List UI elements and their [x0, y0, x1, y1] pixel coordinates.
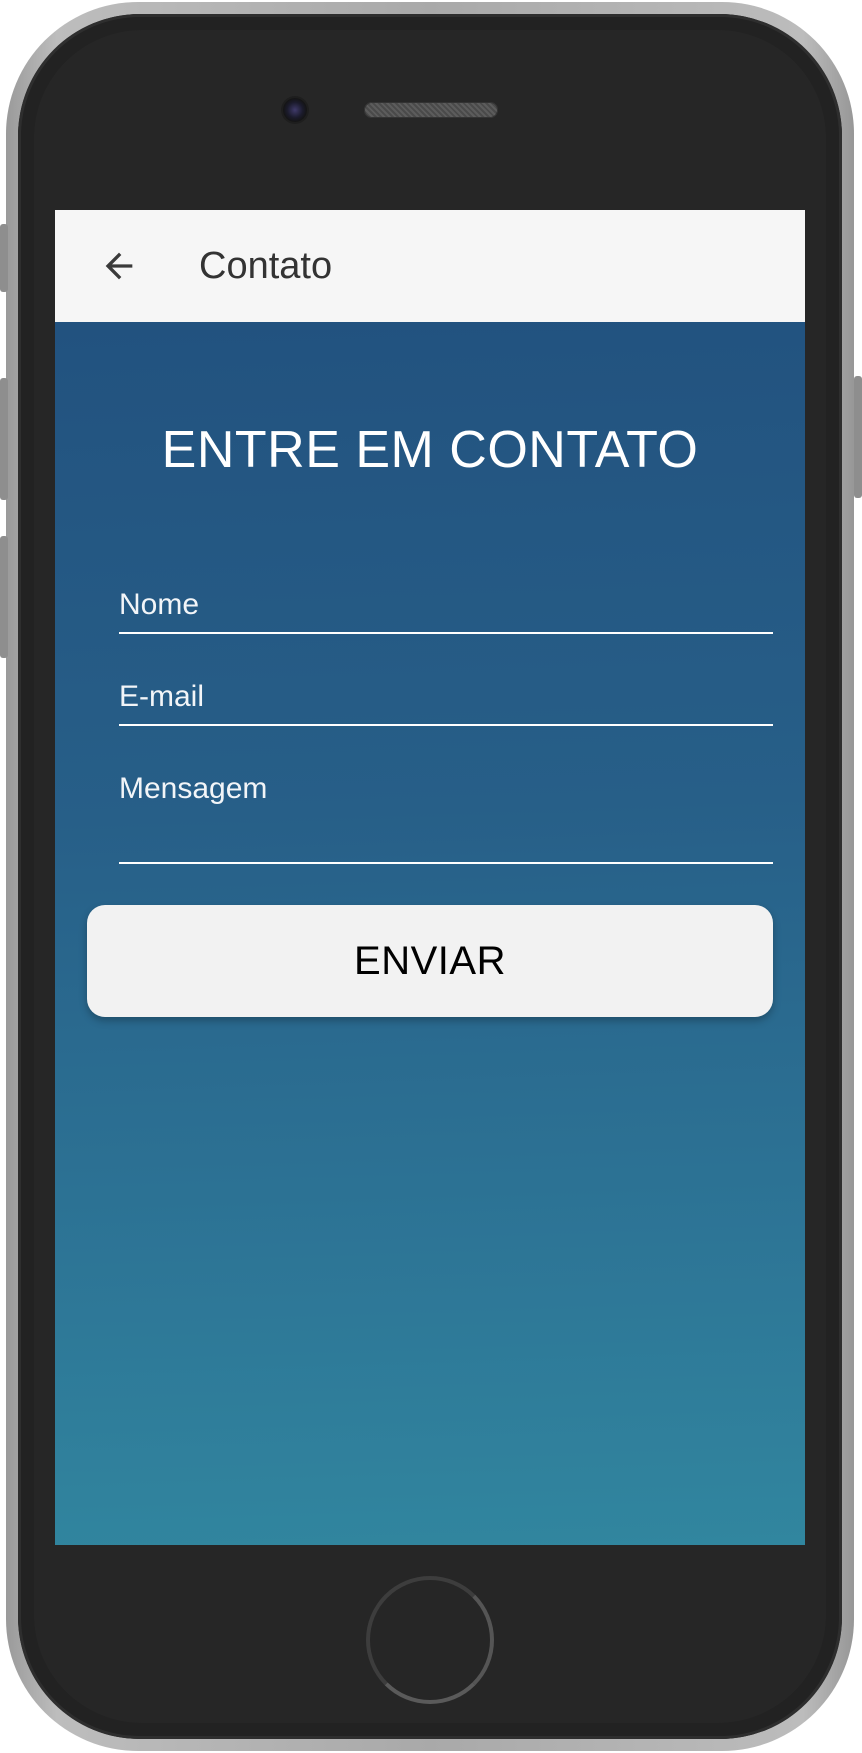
earpiece-speaker — [364, 102, 498, 118]
app-screen: Contato ENTRE EM CONTATO ENVIAR — [55, 210, 805, 1545]
form-heading: ENTRE EM CONTATO — [161, 421, 699, 479]
app-bar: Contato — [55, 210, 805, 322]
arrow-left-icon[interactable] — [99, 246, 139, 286]
email-input[interactable] — [119, 670, 773, 724]
front-camera-icon — [283, 98, 307, 122]
send-button[interactable]: ENVIAR — [87, 905, 773, 1017]
contact-form-container: ENTRE EM CONTATO ENVIAR — [55, 322, 805, 1545]
name-input[interactable] — [119, 578, 773, 632]
volume-up-button — [0, 378, 8, 500]
page-title: Contato — [199, 245, 333, 287]
volume-down-button — [0, 536, 8, 658]
name-field — [119, 578, 773, 634]
message-input[interactable] — [119, 762, 773, 863]
message-field — [119, 762, 773, 864]
home-button[interactable] — [366, 1576, 494, 1704]
mute-switch — [0, 224, 8, 292]
power-button — [854, 376, 862, 498]
email-field — [119, 670, 773, 726]
